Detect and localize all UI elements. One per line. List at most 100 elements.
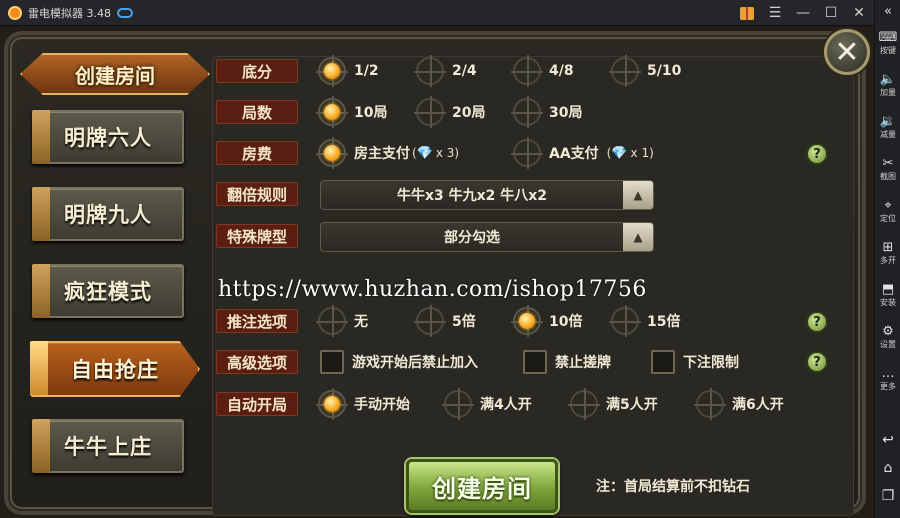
option-push-15x[interactable]: 15倍	[609, 305, 680, 337]
diamond-icon: 💎	[611, 145, 628, 161]
cloud-icon[interactable]	[117, 7, 133, 18]
mode-button-mingpai-six[interactable]: 明牌六人	[32, 110, 184, 164]
option-label: 游戏开始后禁止加入	[352, 355, 478, 371]
scissors-icon: ✂	[882, 156, 894, 171]
emulator-sidebar: « ⌨ 按键 🔈 加量 🔉 减量 ✂ 截图 ⌖ 定位 ⊞ 多开 ⬒ 安装 ⚙ 设置 … 更多 ↩ ⌂ ❐	[874, 0, 900, 518]
mode-button-niuniu-banker[interactable]: 牛牛上庄	[32, 419, 184, 473]
help-icon-bet-push[interactable]: ?	[806, 311, 828, 333]
create-room-button[interactable]: 创建房间	[406, 459, 558, 513]
checkbox-icon	[523, 350, 547, 374]
sidebar-label: 按键	[880, 46, 896, 55]
option-fee-aa[interactable]: AA支付 ( 💎 x 1)	[511, 137, 654, 169]
location-icon: ⌖	[884, 198, 892, 213]
sidebar-label: 安装	[880, 298, 896, 307]
option-label: 满5人开	[606, 397, 658, 413]
option-label: 30局	[549, 105, 583, 121]
option-fee-owner[interactable]: 房主支付 ( 💎 x 3)	[316, 137, 460, 169]
minimize-icon[interactable]: —	[796, 0, 810, 26]
radio-icon	[316, 137, 348, 169]
option-label: 20局	[452, 105, 486, 121]
create-room-header: 创建房间	[20, 53, 210, 95]
sidebar-settings-button[interactable]: ⚙ 设置	[875, 324, 900, 350]
option-rounds-30[interactable]: 30局	[511, 96, 583, 128]
cost-label: x 3)	[435, 146, 460, 160]
home-icon-glyph: ⌂	[883, 460, 893, 476]
mode-button-mingpai-nine[interactable]: 明牌九人	[32, 187, 184, 241]
option-base-4-8[interactable]: 4/8	[511, 55, 574, 87]
option-base-5-10[interactable]: 5/10	[609, 55, 682, 87]
mode-button-crazy[interactable]: 疯狂模式	[32, 264, 184, 318]
help-icon-advanced[interactable]: ?	[806, 351, 828, 373]
option-label: 房主支付	[354, 146, 410, 162]
caret-up-icon[interactable]: ▲	[623, 181, 653, 209]
option-label: 禁止搓牌	[555, 355, 611, 371]
option-start-4[interactable]: 满4人开	[442, 388, 532, 420]
option-start-6[interactable]: 满6人开	[694, 388, 784, 420]
sidebar-volume-up-button[interactable]: 🔈 加量	[875, 72, 900, 98]
recent-apps-icon[interactable]: ❐	[875, 488, 900, 504]
mode-label: 自由抢庄	[71, 358, 159, 382]
help-icon-room-fee[interactable]: ?	[806, 143, 828, 165]
close-dialog-button[interactable]: ✕	[824, 29, 870, 75]
sidebar-scissors-button[interactable]: ✂ 截图	[875, 156, 900, 182]
radio-icon	[511, 137, 543, 169]
label-bet-push: 推注选项	[216, 309, 298, 333]
cost-label: x 1)	[630, 146, 654, 160]
collapse-sidebar-icon[interactable]: «	[875, 4, 900, 20]
gift-icon[interactable]	[740, 6, 754, 20]
sidebar-install-button[interactable]: ⬒ 安装	[875, 282, 900, 308]
back-icon[interactable]: ↩	[875, 432, 900, 448]
option-rounds-20[interactable]: 20局	[414, 96, 486, 128]
sidebar-label: 截图	[880, 172, 896, 181]
volume-down-icon: 🔉	[879, 114, 897, 129]
radio-icon	[316, 388, 348, 420]
game-viewport: ✕ 创建房间 明牌六人 明牌九人 疯狂模式 自由抢庄 牛牛上庄 底分 1/2 2…	[0, 27, 874, 518]
home-icon[interactable]: ⌂	[875, 460, 900, 476]
option-push-10x[interactable]: 10倍	[511, 305, 582, 337]
sidebar-label: 设置	[880, 340, 896, 349]
multi-open-icon: ⊞	[882, 240, 894, 255]
sidebar-multi-open-button[interactable]: ⊞ 多开	[875, 240, 900, 266]
option-label: 满6人开	[732, 397, 784, 413]
radio-icon	[609, 305, 641, 337]
checkbox-no-join-after-start[interactable]: 游戏开始后禁止加入	[320, 347, 478, 377]
radio-icon	[442, 388, 474, 420]
option-label: 5/10	[647, 63, 682, 79]
option-base-1-2[interactable]: 1/2	[316, 55, 379, 87]
sidebar-label: 加量	[880, 88, 896, 97]
option-rounds-10[interactable]: 10局	[316, 96, 388, 128]
radio-icon	[609, 55, 641, 87]
window-close-icon[interactable]: ✕	[852, 0, 866, 26]
option-base-2-4[interactable]: 2/4	[414, 55, 477, 87]
option-start-5[interactable]: 满5人开	[568, 388, 658, 420]
sidebar-volume-down-button[interactable]: 🔉 减量	[875, 114, 900, 140]
checkbox-bet-limit[interactable]: 下注限制	[651, 347, 739, 377]
sidebar-more-button[interactable]: … 更多	[875, 366, 900, 392]
sidebar-location-button[interactable]: ⌖ 定位	[875, 198, 900, 224]
option-push-none[interactable]: 无	[316, 305, 368, 337]
sidebar-keyboard-button[interactable]: ⌨ 按键	[875, 30, 900, 56]
option-label: 手动开始	[354, 397, 410, 413]
mode-label: 疯狂模式	[64, 280, 152, 304]
double-rule-dropdown[interactable]: 牛牛x3 牛九x2 牛八x2 ▲	[320, 180, 654, 210]
mode-button-free-banker[interactable]: 自由抢庄	[30, 341, 200, 397]
sidebar-label: 定位	[880, 214, 896, 223]
radio-icon	[568, 388, 600, 420]
caret-up-icon[interactable]: ▲	[623, 223, 653, 251]
label-base-score: 底分	[216, 59, 298, 83]
window-title: 雷电模拟器 3.48	[28, 6, 111, 20]
menu-icon[interactable]: ☰	[768, 0, 782, 26]
radio-icon	[414, 55, 446, 87]
diamond-note: 注：首局结算前不扣钻石	[596, 479, 750, 495]
checkbox-no-squeeze[interactable]: 禁止搓牌	[523, 347, 611, 377]
label-special-cards: 特殊牌型	[216, 224, 298, 248]
radio-icon	[316, 96, 348, 128]
special-cards-dropdown[interactable]: 部分勾选 ▲	[320, 222, 654, 252]
option-push-5x[interactable]: 5倍	[414, 305, 476, 337]
radio-icon	[414, 305, 446, 337]
maximize-icon[interactable]: ☐	[824, 0, 838, 26]
option-label: 10局	[354, 105, 388, 121]
option-start-manual[interactable]: 手动开始	[316, 388, 410, 420]
mode-label: 明牌九人	[64, 203, 152, 227]
label-advanced: 高级选项	[216, 350, 298, 374]
